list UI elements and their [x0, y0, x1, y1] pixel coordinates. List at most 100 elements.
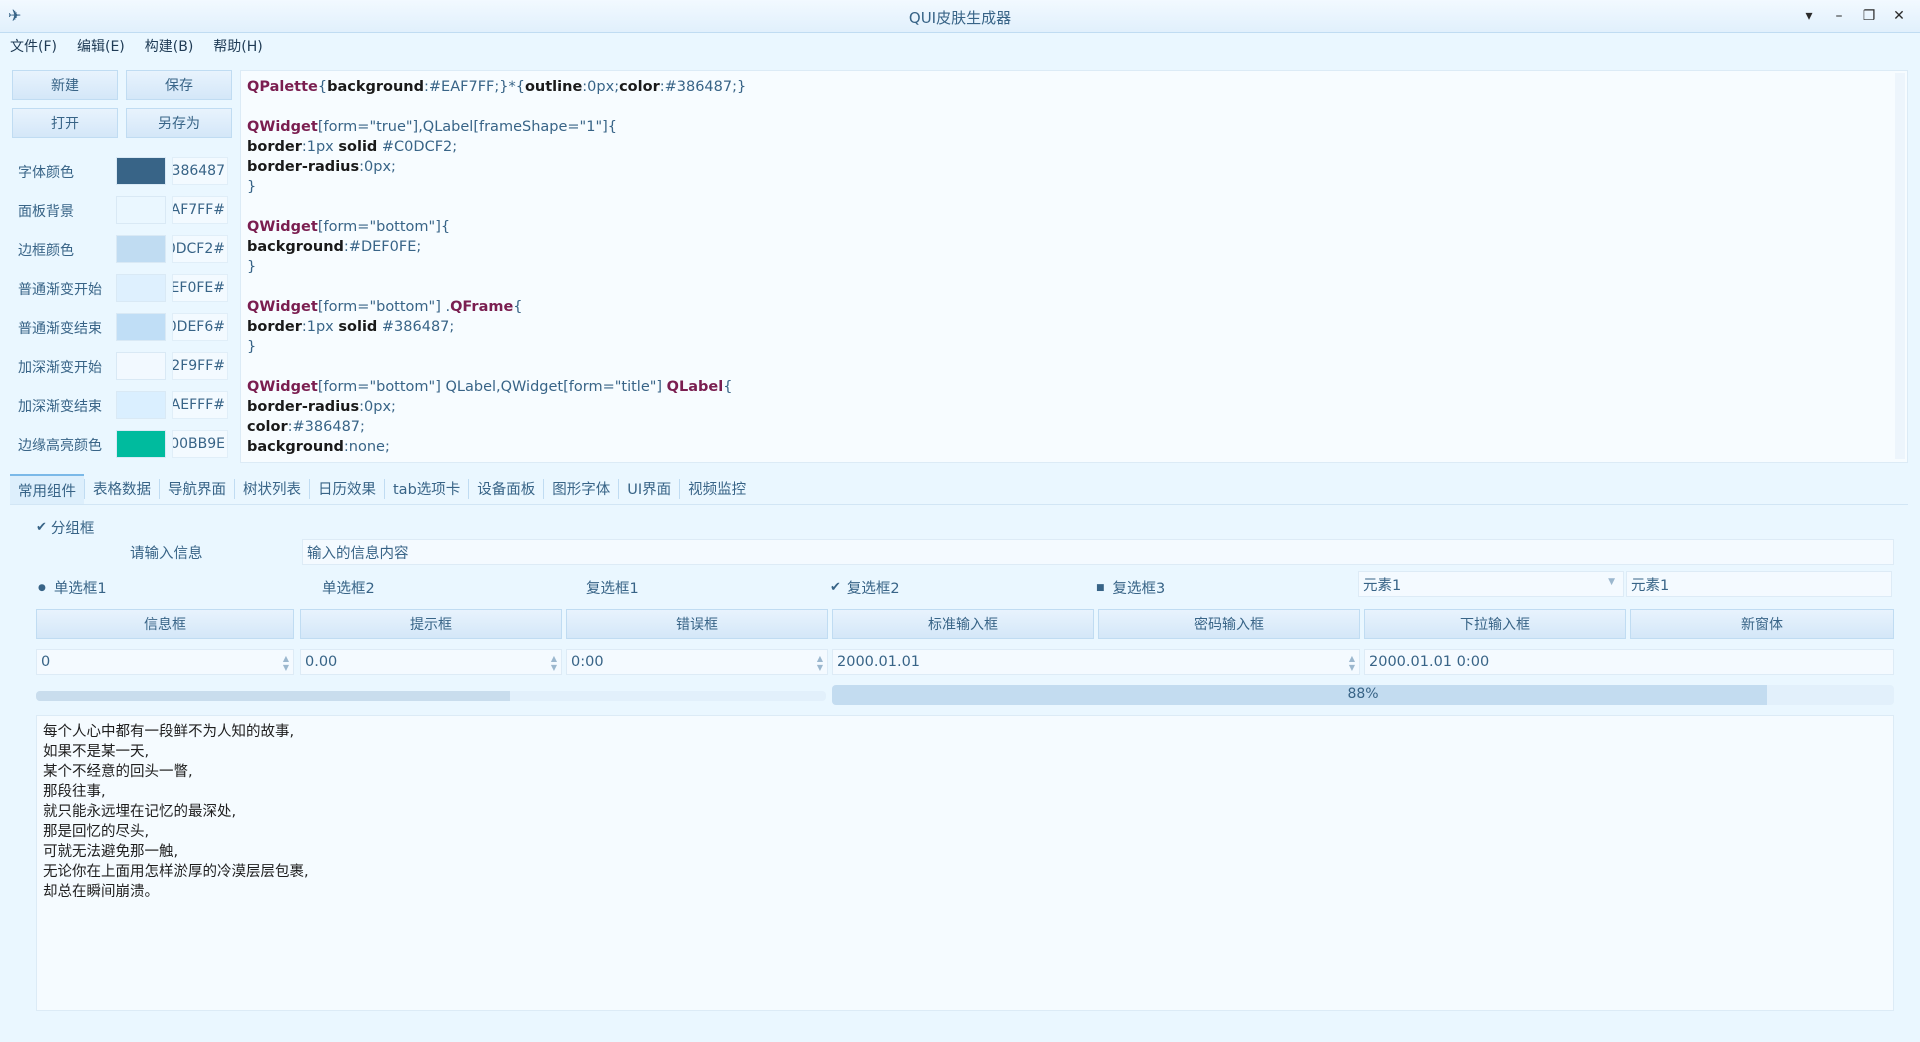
checkbox-3[interactable]: ■ 复选框3	[1096, 577, 1165, 598]
code-line: QWidget[form="true"],QLabel[frameShape="…	[247, 119, 617, 135]
code-property: border	[247, 319, 302, 335]
checkbox-label: 复选框2	[846, 581, 900, 597]
color-label: 字体颜色	[18, 165, 74, 181]
code-token: :#386487;}	[659, 79, 747, 95]
tab-tree-list[interactable]: 树状列表	[235, 474, 309, 504]
color-swatch-button[interactable]	[116, 313, 166, 341]
new-button[interactable]: 新建	[12, 70, 118, 100]
color-hex-input[interactable]: #C0DCF2	[172, 235, 228, 263]
color-swatch-button[interactable]	[116, 274, 166, 302]
poem-line: 那是回忆的尽头,	[43, 824, 150, 840]
tab-content-panel: ✔ 分组框 请输入信息 输入的信息内容 ● 单选框1 单选框2 复选框1 ✔ 复…	[10, 504, 1908, 1039]
tab-video-monitor[interactable]: 视频监控	[680, 474, 754, 504]
close-icon[interactable]: ✕	[1886, 4, 1912, 28]
slider-fill	[36, 691, 510, 701]
info-box-button[interactable]: 信息框	[36, 609, 294, 639]
save-button[interactable]: 保存	[126, 70, 232, 100]
color-hex-input[interactable]: #DAEFFF	[172, 391, 228, 419]
tab-navigation[interactable]: 导航界面	[160, 474, 234, 504]
color-hex-input[interactable]: #C0DEF6	[172, 313, 228, 341]
tab-table-data[interactable]: 表格数据	[85, 474, 159, 504]
menu-file[interactable]: 文件(F)	[10, 36, 57, 56]
menu-build[interactable]: 构建(B)	[145, 36, 194, 56]
editor-scrollbar[interactable]	[1895, 73, 1905, 459]
combo-box-2[interactable]: 元素1	[1626, 571, 1892, 597]
code-property: background	[247, 439, 344, 455]
time-edit[interactable]: 0:00 ▲ ▼	[566, 649, 828, 675]
color-label: 边框颜色	[18, 243, 74, 259]
color-hex-input[interactable]: #386487	[172, 157, 228, 185]
code-token: :#EAF7FF;}*{	[424, 79, 525, 95]
open-button[interactable]: 打开	[12, 108, 118, 138]
minimize-icon[interactable]: –	[1826, 4, 1852, 28]
color-swatch-button[interactable]	[116, 157, 166, 185]
spin-arrows-icon[interactable]: ▲ ▼	[817, 654, 823, 672]
spin-arrows-icon[interactable]: ▲ ▼	[551, 654, 557, 672]
code-line: }	[247, 339, 257, 355]
checkbox-2[interactable]: ✔ 复选框2	[830, 577, 900, 598]
color-swatch-button[interactable]	[116, 430, 166, 458]
menu-help[interactable]: 帮助(H)	[213, 36, 262, 56]
password-input-button[interactable]: 密码输入框	[1098, 609, 1360, 639]
info-label: 请输入信息	[130, 546, 203, 562]
poem-line: 就只能永远埋在记忆的最深处,	[43, 804, 237, 820]
code-token: {	[723, 379, 733, 395]
color-swatch-button[interactable]	[116, 235, 166, 263]
hint-box-button[interactable]: 提示框	[300, 609, 562, 639]
code-selector: QPalette	[247, 79, 318, 95]
code-token: {	[513, 299, 523, 315]
spin-arrows-icon[interactable]: ▲ ▼	[283, 654, 289, 672]
double-spinbox[interactable]: 0.00 ▲ ▼	[300, 649, 562, 675]
color-panel: 新建 保存 打开 另存为 字体颜色 #386487 面板背景 #EAF7FF 边…	[10, 70, 234, 465]
code-line: border:1px solid #386487;	[247, 319, 454, 335]
text-area[interactable]: 每个人心中都有一段鲜不为人知的故事, 如果不是某一天, 某个不经意的回头一瞥, 那段往…	[36, 715, 1894, 1011]
color-row-normal-end: 普通渐变结束 #C0DEF6	[10, 310, 234, 344]
info-input[interactable]: 输入的信息内容	[302, 539, 1894, 565]
color-label: 面板背景	[18, 204, 74, 220]
datetime-edit[interactable]: 2000.01.01 0:00	[1364, 649, 1894, 675]
checkbox-1[interactable]: 复选框1	[586, 577, 639, 598]
color-hex-input[interactable]: #EAF7FF	[172, 196, 228, 224]
save-as-button[interactable]: 另存为	[126, 108, 232, 138]
menu-bar: 文件(F) 编辑(E) 构建(B) 帮助(H)	[0, 33, 1920, 59]
combo-box-1[interactable]: 元素1 ▼	[1358, 571, 1624, 597]
code-token: :0px;	[359, 159, 396, 175]
radio-2[interactable]: 单选框2	[322, 577, 375, 598]
qss-code-editor[interactable]: QPalette{background:#EAF7FF;}*{outline:0…	[240, 70, 1908, 463]
int-spinbox[interactable]: 0 ▲ ▼	[36, 649, 294, 675]
color-hex-input[interactable]: #00BB9E	[172, 430, 228, 458]
horizontal-slider[interactable]	[36, 691, 826, 701]
color-hex-input[interactable]: #DEF0FE	[172, 274, 228, 302]
radio-label: 单选框1	[53, 581, 107, 597]
color-swatch-button[interactable]	[116, 196, 166, 224]
radio-1[interactable]: ● 单选框1	[38, 577, 107, 598]
code-property: color	[247, 419, 288, 435]
color-swatch-button[interactable]	[116, 352, 166, 380]
spin-arrows-icon[interactable]: ▲ ▼	[1349, 654, 1355, 672]
code-token: {	[317, 79, 328, 95]
standard-input-button[interactable]: 标准输入框	[832, 609, 1094, 639]
new-window-button[interactable]: 新窗体	[1630, 609, 1894, 639]
dropdown-input-button[interactable]: 下拉输入框	[1364, 609, 1626, 639]
date-value: 2000.01.01	[837, 654, 921, 670]
datetime-value: 2000.01.01 0:00	[1369, 654, 1490, 670]
color-swatch-button[interactable]	[116, 391, 166, 419]
date-edit[interactable]: 2000.01.01 ▲ ▼	[832, 649, 1360, 675]
tab-calendar[interactable]: 日历效果	[310, 474, 384, 504]
tab-ui[interactable]: UI界面	[619, 474, 679, 504]
code-token: :1px	[301, 139, 339, 155]
tab-device-panel[interactable]: 设备面板	[469, 474, 543, 504]
dropdown-icon[interactable]: ▾	[1796, 4, 1822, 28]
color-row-panel-bg: 面板背景 #EAF7FF	[10, 193, 234, 227]
progress-bar: 88%	[832, 685, 1894, 705]
chevron-down-icon: ▼	[1608, 577, 1615, 587]
restore-icon[interactable]: ❐	[1856, 4, 1882, 28]
color-hex-input[interactable]: #F2F9FF	[172, 352, 228, 380]
tab-tab-widget[interactable]: tab选项卡	[385, 474, 468, 504]
groupbox-checkbox[interactable]: ✔ 分组框	[36, 517, 94, 538]
menu-edit[interactable]: 编辑(E)	[77, 36, 125, 56]
error-box-button[interactable]: 错误框	[566, 609, 828, 639]
tab-icon-font[interactable]: 图形字体	[544, 474, 618, 504]
poem-line: 无论你在上面用怎样淤厚的冷漠层层包裹,	[43, 864, 309, 880]
tab-common-widgets[interactable]: 常用组件	[10, 474, 84, 506]
